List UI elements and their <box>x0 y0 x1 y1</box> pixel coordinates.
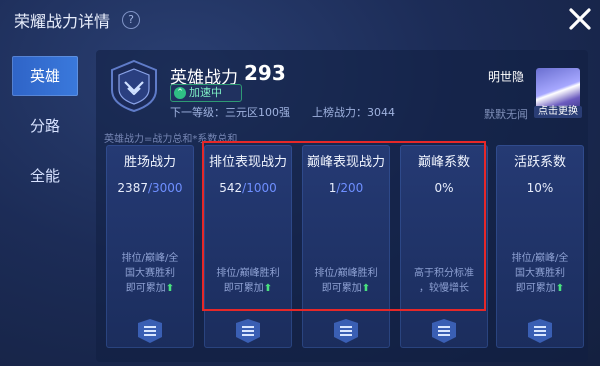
boost-label: 加速中 <box>189 86 222 99</box>
list-icon[interactable] <box>136 317 164 345</box>
card-title: 活跃系数 <box>513 155 566 170</box>
arrow-up-icon: ⬆ <box>555 283 565 294</box>
card-title: 胜场战力 <box>123 155 176 170</box>
boost-badge: ⌃ 加速中 <box>170 84 242 102</box>
next-level-text: 下一等级：三元区100强 <box>170 106 290 119</box>
sidebar-item-allround[interactable]: 全能 <box>12 156 78 196</box>
hero-name: 明世隐 <box>488 70 525 84</box>
list-icon[interactable] <box>332 317 360 345</box>
sidebar-item-hero[interactable]: 英雄 <box>12 56 78 96</box>
window-title: 荣耀战力详情 <box>14 12 111 31</box>
rank-power-text: 上榜战力：3044 <box>312 106 395 119</box>
arrow-up-icon: ⬆ <box>165 283 175 294</box>
rank-emblem-icon <box>111 59 157 113</box>
help-icon[interactable]: ? <box>122 11 140 29</box>
card-description: 排位/巅峰/全 国大赛胜利 即可累加⬆ <box>511 253 569 294</box>
hero-subtitle: 默默无闻 <box>484 108 528 121</box>
list-icon[interactable] <box>430 317 458 345</box>
card-activity-coefficient: 活跃系数 10% 排位/巅峰/全 国大赛胜利 即可累加⬆ <box>496 145 584 348</box>
hero-power-score: 293 <box>244 61 286 85</box>
close-icon[interactable] <box>567 6 593 32</box>
card-value: 2387/3000 <box>117 181 183 195</box>
sidebar-item-lane[interactable]: 分路 <box>12 106 78 146</box>
card-description: 排位/巅峰/全 国大赛胜利 即可累加⬆ <box>121 253 179 294</box>
boost-icon: ⌃ <box>174 87 186 99</box>
change-hero-button[interactable]: 点击更换 <box>534 106 582 118</box>
card-value: 10% <box>526 181 554 195</box>
title-bar: 荣耀战力详情 ? <box>0 0 600 40</box>
highlight-box <box>202 141 486 311</box>
sidebar: 英雄 分路 全能 <box>0 48 92 366</box>
list-icon[interactable] <box>234 317 262 345</box>
list-icon[interactable] <box>526 317 554 345</box>
card-win-power: 胜场战力 2387/3000 排位/巅峰/全 国大赛胜利 即可累加⬆ <box>106 145 194 348</box>
